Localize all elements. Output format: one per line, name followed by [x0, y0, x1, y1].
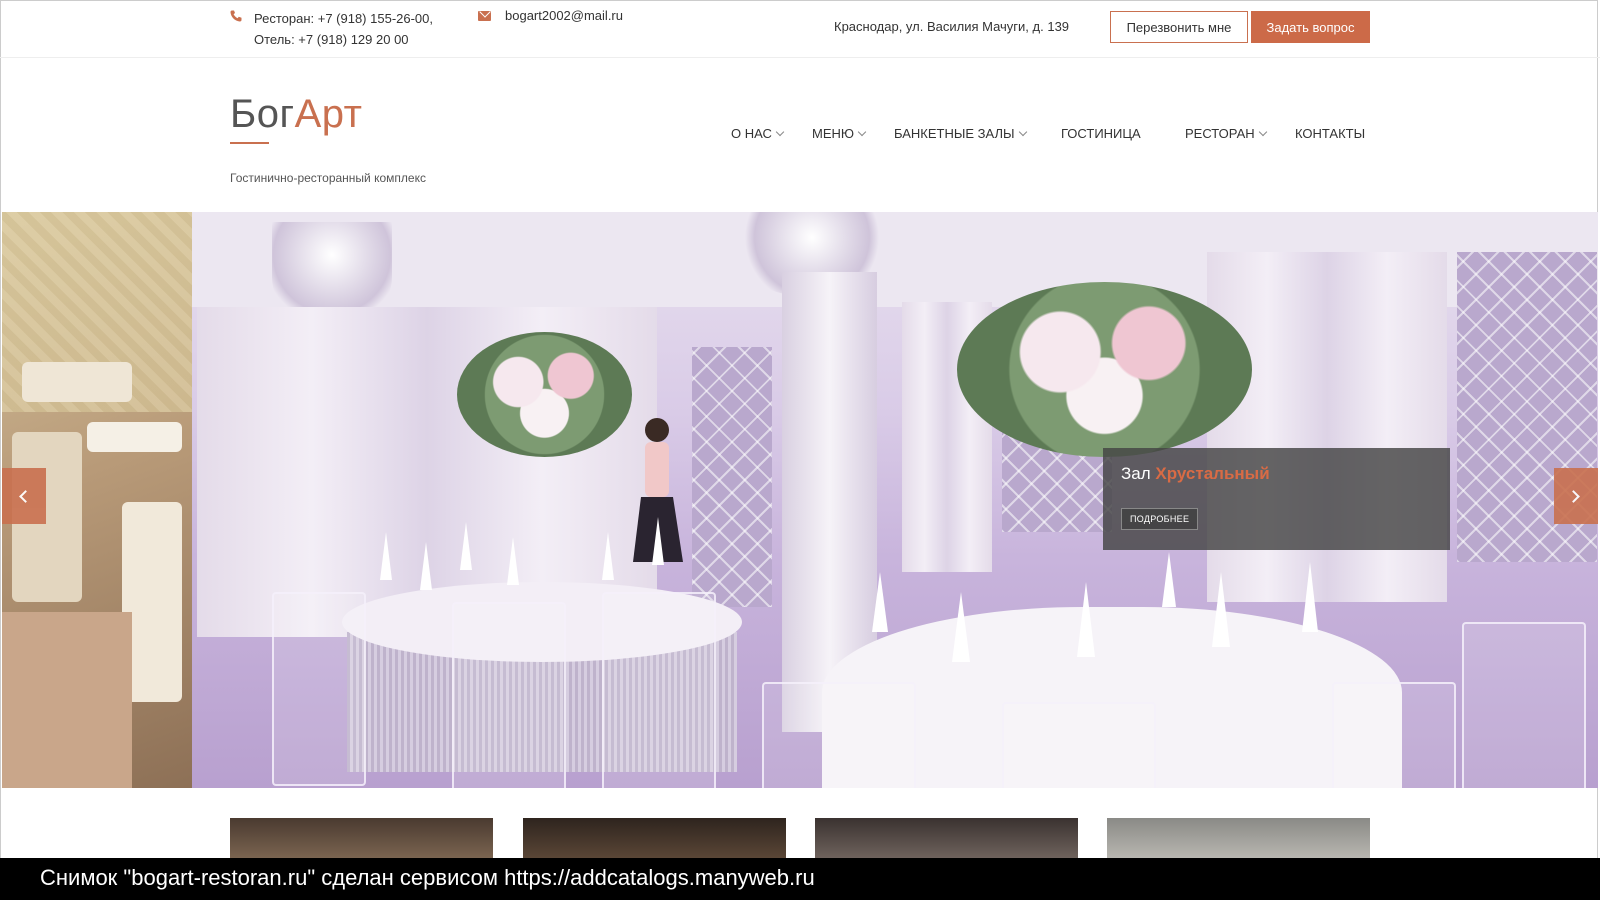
- thumbnail-card[interactable]: [815, 818, 1078, 858]
- napkin: [1162, 552, 1176, 607]
- more-button[interactable]: ПОДРОБНЕЕ: [1121, 508, 1199, 530]
- chair-shape: [272, 592, 366, 786]
- nav-item-label: МЕНЮ: [812, 126, 855, 141]
- slide-caption: Зал Хрустальный ПОДРОБНЕЕ: [1103, 448, 1450, 550]
- callback-button[interactable]: Перезвонить мне: [1110, 11, 1248, 43]
- table-shape: [87, 422, 182, 452]
- banner-text: Снимок "bogart-restoran.ru" сделан серви…: [40, 865, 815, 890]
- chevron-left-icon: [19, 490, 32, 503]
- carpet-shape: [2, 612, 132, 788]
- chair-shape: [1002, 702, 1156, 788]
- nav-item-label: БАНКЕТНЫЕ ЗАЛЫ: [894, 126, 1015, 141]
- top-bar: Ресторан: +7 (918) 155-26-00, Отель: +7 …: [0, 0, 1600, 58]
- hotel-phone[interactable]: Отель: +7 (918) 129 20 00: [254, 29, 433, 50]
- chair-shape: [762, 682, 916, 788]
- chevron-down-icon: [1258, 127, 1267, 137]
- nav-item-contacts[interactable]: КОНТАКТЫ: [1295, 126, 1365, 141]
- site-logo[interactable]: БогАрт: [230, 90, 362, 138]
- nav-item-label: ГОСТИНИЦА: [1061, 126, 1141, 141]
- chair-shape: [452, 602, 566, 788]
- thumbnail-card[interactable]: [230, 818, 493, 858]
- logo-part-2: Арт: [294, 92, 363, 136]
- flower-arrangement: [457, 332, 632, 457]
- envelope-icon: [478, 11, 491, 21]
- nav-item-label: РЕСТОРАН: [1185, 126, 1255, 141]
- logo-underline: [230, 142, 269, 144]
- nav-item-banquet-halls[interactable]: БАНКЕТНЫЕ ЗАЛЫ: [894, 126, 1027, 141]
- nav-item-label: КОНТАКТЫ: [1295, 126, 1366, 141]
- phone-icon: [230, 10, 242, 22]
- slider-next-button[interactable]: [1554, 468, 1598, 524]
- screenshot-service-banner: Снимок "bogart-restoran.ru" сделан серви…: [0, 858, 1600, 900]
- chair-shape: [602, 592, 716, 788]
- chair-shape: [22, 362, 132, 402]
- nav-item-hotel[interactable]: ГОСТИНИЦА: [1061, 126, 1141, 141]
- email-link[interactable]: bogart2002@mail.ru: [505, 8, 623, 23]
- nav-item-restaurant[interactable]: РЕСТОРАН: [1185, 126, 1267, 141]
- slider-prev-button[interactable]: [2, 468, 46, 524]
- phone-numbers: Ресторан: +7 (918) 155-26-00, Отель: +7 …: [254, 8, 433, 50]
- thumbnail-card[interactable]: [523, 818, 786, 858]
- restaurant-phone[interactable]: Ресторан: +7 (918) 155-26-00,: [254, 8, 433, 29]
- thumbnail-card[interactable]: [1107, 818, 1370, 858]
- chevron-down-icon: [1018, 127, 1027, 137]
- ask-question-button[interactable]: Задать вопрос: [1251, 11, 1370, 43]
- slide-title-highlight: Хрустальный: [1155, 464, 1270, 483]
- flower-arrangement: [957, 282, 1252, 457]
- chair-shape: [1332, 682, 1456, 788]
- window: [692, 347, 772, 607]
- site-tagline: Гостинично-ресторанный комплекс: [230, 171, 426, 185]
- slide-title: Зал Хрустальный: [1121, 464, 1270, 484]
- nav-item-about[interactable]: О НАС: [731, 126, 785, 141]
- address-text: Краснодар, ул. Василия Мачуги, д. 139: [834, 19, 1070, 34]
- chevron-right-icon: [1567, 490, 1580, 503]
- nav-item-menu[interactable]: МЕНЮ: [812, 126, 867, 141]
- chevron-down-icon: [775, 127, 785, 137]
- chevron-down-icon: [857, 127, 867, 137]
- logo-part-1: Бог: [230, 92, 295, 136]
- chair-shape: [1462, 622, 1586, 788]
- slide-title-prefix: Зал: [1121, 464, 1151, 483]
- nav-item-label: О НАС: [731, 126, 772, 141]
